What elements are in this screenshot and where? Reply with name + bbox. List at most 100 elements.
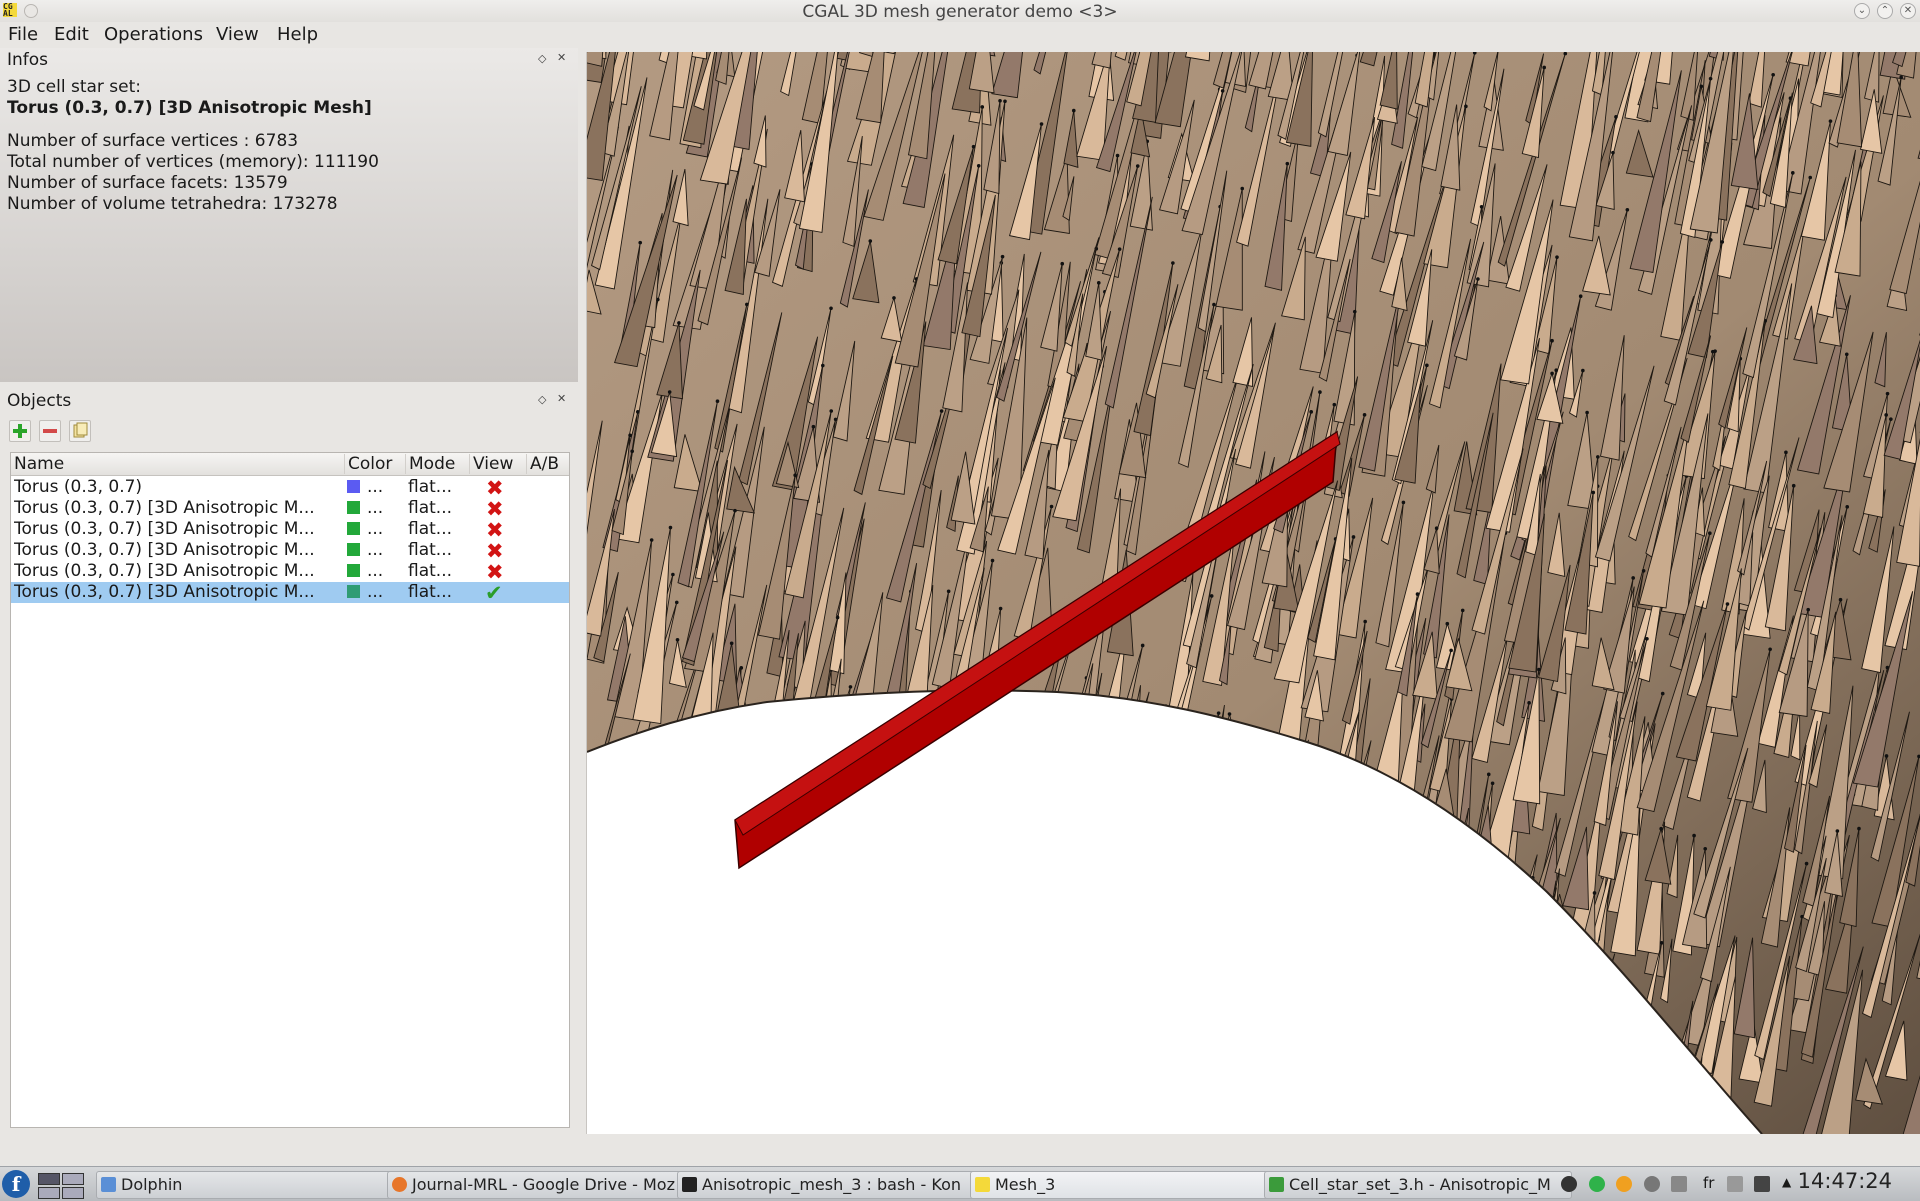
object-row[interactable]: Torus (0.3, 0.7) [3D Anisotropic M......… xyxy=(11,582,569,603)
object-row[interactable]: Torus (0.3, 0.7) [3D Anisotropic M......… xyxy=(11,561,569,582)
object-color-swatch[interactable] xyxy=(347,543,360,556)
object-mode[interactable]: flat... xyxy=(408,519,452,539)
desktop-2-icon[interactable] xyxy=(62,1173,84,1185)
mesh-facet xyxy=(1061,984,1088,1095)
mesh-vertex xyxy=(1332,871,1336,875)
close-button[interactable]: ✕ xyxy=(1900,3,1916,19)
task-mesh3[interactable]: Mesh_3 2 xyxy=(970,1171,1282,1199)
desktop-4-icon[interactable] xyxy=(62,1187,84,1199)
menu-file[interactable]: File xyxy=(4,23,42,46)
mesh-facet xyxy=(1267,899,1324,1100)
desktop-3-icon[interactable] xyxy=(38,1187,60,1199)
mesh-vertex xyxy=(1445,845,1449,849)
minimize-button[interactable]: ⌄ xyxy=(1854,3,1870,19)
mesh-vertex xyxy=(1097,281,1101,285)
mesh-vertex xyxy=(1591,491,1595,495)
updates-icon[interactable] xyxy=(1589,1176,1605,1192)
menu-operations[interactable]: Operations xyxy=(100,23,207,46)
menu-help[interactable]: Help xyxy=(273,23,322,46)
mesh-vertex xyxy=(1645,637,1649,641)
mesh-vertex xyxy=(1899,75,1903,79)
duplicate-object-button[interactable] xyxy=(69,420,91,442)
mesh-facet xyxy=(647,1059,665,1120)
mesh-vertex xyxy=(1614,115,1618,119)
object-mode[interactable]: flat... xyxy=(408,477,452,497)
mesh-vertex xyxy=(1001,255,1005,259)
add-object-button[interactable] xyxy=(9,420,31,442)
object-color-swatch[interactable] xyxy=(347,585,360,598)
object-color-swatch[interactable] xyxy=(347,564,360,577)
column-mode[interactable]: Mode xyxy=(405,454,470,474)
mesh-facet xyxy=(1001,802,1030,937)
visible-check-icon[interactable]: ✔ xyxy=(485,581,503,605)
object-color-swatch[interactable] xyxy=(347,480,360,493)
float-panel-icon[interactable]: ◇ xyxy=(538,52,546,65)
column-view[interactable]: View xyxy=(469,454,527,474)
column-ab[interactable]: A/B xyxy=(526,454,570,474)
mesh-facet xyxy=(1556,953,1615,1134)
object-mode[interactable]: flat... xyxy=(408,540,452,560)
task-label: Cell_star_set_3.h - Anisotropic_M xyxy=(1289,1175,1551,1194)
task-dolphin[interactable]: Dolphin 3 xyxy=(96,1171,405,1199)
mesh-facet xyxy=(1261,799,1318,1012)
mesh-facet xyxy=(1088,1068,1103,1122)
mesh-facet xyxy=(835,971,873,1116)
mesh-vertex xyxy=(969,988,973,992)
mesh-facet xyxy=(1310,768,1337,877)
task-editor[interactable]: Cell_star_set_3.h - Anisotropic_M xyxy=(1264,1171,1572,1199)
mesh-facet xyxy=(1246,740,1309,951)
mesh-vertex xyxy=(1791,171,1795,175)
menu-edit[interactable]: Edit xyxy=(50,23,93,46)
object-mode[interactable]: flat... xyxy=(408,561,452,581)
power-icon[interactable] xyxy=(1616,1176,1632,1192)
object-color-text: ... xyxy=(367,540,383,560)
object-mode[interactable]: flat... xyxy=(408,498,452,518)
object-color-swatch[interactable] xyxy=(347,522,360,535)
object-row[interactable]: Torus (0.3, 0.7) [3D Anisotropic M......… xyxy=(11,540,569,561)
mesh-vertex xyxy=(615,1012,619,1016)
mesh-vertex xyxy=(1009,730,1013,734)
3d-viewer[interactable] xyxy=(586,52,1920,1134)
menu-view[interactable]: View xyxy=(212,23,263,46)
object-row[interactable]: Torus (0.3, 0.7) [3D Anisotropic M......… xyxy=(11,498,569,519)
mesh-facet xyxy=(836,1021,857,1086)
mesh-vertex xyxy=(669,526,673,530)
float-panel-icon[interactable]: ◇ xyxy=(538,393,546,406)
objects-table[interactable]: Name Color Mode View A/B Torus (0.3, 0.7… xyxy=(10,452,570,1128)
network-icon[interactable] xyxy=(1561,1176,1577,1192)
task-konsole[interactable]: Anisotropic_mesh_3 : bash - Kon xyxy=(677,1171,985,1199)
clipboard-icon[interactable] xyxy=(1671,1176,1687,1192)
maximize-button[interactable]: ⌃ xyxy=(1877,3,1893,19)
object-mode[interactable]: flat... xyxy=(408,582,452,602)
column-color[interactable]: Color xyxy=(344,454,406,474)
battery-icon[interactable] xyxy=(1754,1176,1770,1192)
taskbar: f Dolphin 3 Journal-MRL - Google Drive -… xyxy=(0,1166,1920,1201)
object-name: Torus (0.3, 0.7) [3D Anisotropic M... xyxy=(14,498,342,518)
mesh-facet xyxy=(1056,673,1102,876)
start-menu-button[interactable]: f xyxy=(2,1170,30,1198)
mesh-vertex xyxy=(1050,505,1054,509)
mesh-render[interactable] xyxy=(587,52,1920,1134)
mesh-facet xyxy=(1070,717,1089,774)
mesh-facet xyxy=(719,904,750,1065)
remove-object-button[interactable] xyxy=(39,420,61,442)
close-panel-icon[interactable]: ✕ xyxy=(557,51,566,64)
mesh-facet xyxy=(1042,791,1065,838)
close-panel-icon[interactable]: ✕ xyxy=(557,392,566,405)
object-row[interactable]: Torus (0.3, 0.7) [3D Anisotropic M......… xyxy=(11,519,569,540)
object-row[interactable]: Torus (0.3, 0.7)...flat...✖ xyxy=(11,477,569,498)
object-color-swatch[interactable] xyxy=(347,501,360,514)
settings-icon[interactable] xyxy=(1644,1176,1660,1192)
keyboard-layout[interactable]: fr xyxy=(1703,1174,1714,1192)
desktop-1-icon[interactable] xyxy=(38,1173,60,1185)
task-firefox[interactable]: Journal-MRL - Google Drive - Moz xyxy=(387,1171,693,1199)
mesh-vertex xyxy=(940,409,944,413)
mesh-vertex xyxy=(1884,413,1888,417)
column-name[interactable]: Name xyxy=(11,454,344,474)
firefox-icon xyxy=(392,1177,407,1192)
tray-expand-icon[interactable]: ▲ xyxy=(1782,1175,1791,1189)
volume-icon[interactable] xyxy=(1727,1176,1743,1192)
clock[interactable]: 14:47:24 xyxy=(1798,1169,1892,1193)
mesh-vertex xyxy=(1425,364,1429,368)
mesh-vertex xyxy=(1003,99,1007,103)
